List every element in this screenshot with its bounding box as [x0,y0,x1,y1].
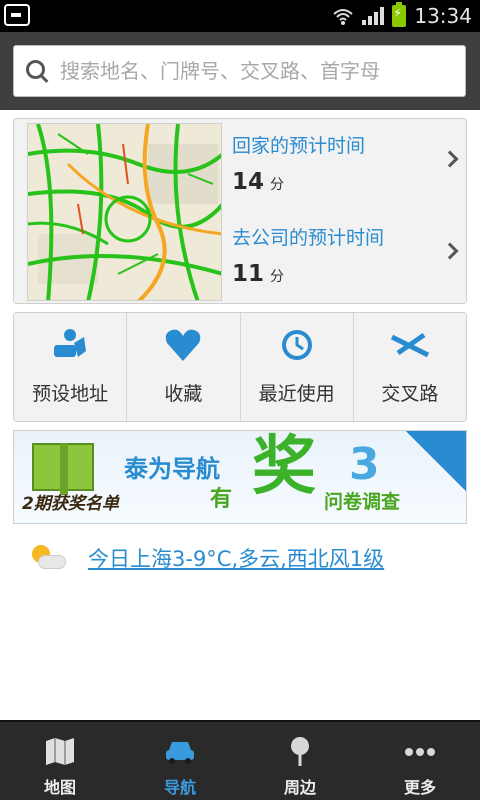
banner-number: 3 [349,439,380,490]
clock-icon [281,330,312,360]
crossroad-icon [390,332,429,358]
action-label: 收藏 [164,383,203,405]
action-label: 最近使用 [258,383,335,405]
battery-icon [392,2,407,27]
promo-banner[interactable]: 泰为导航 有 奖 3 问卷调查 2期获奖名单 [13,430,467,524]
banner-winner-list: 2期获奖名单 [22,494,119,514]
search-input[interactable] [60,59,460,83]
gift-icon [32,443,94,495]
action-recent[interactable]: 最近使用 [241,313,354,421]
bottom-tab-bar: 地图 导航 周边 更多 [0,720,480,800]
tab-nearby[interactable]: 周边 [240,722,360,800]
partly-cloudy-icon [28,543,68,573]
pin-icon [291,737,309,766]
notification-icon[interactable] [4,4,30,26]
home-eta-label: 回家的预计时间 [232,135,366,157]
status-bar: 13:34 [0,0,480,32]
chevron-right-icon [441,242,459,260]
search-bar [0,32,480,110]
quick-actions: 预设地址 收藏 最近使用 交叉路 [13,312,467,422]
tab-label: 导航 [163,778,196,797]
ribbon-icon [406,431,466,491]
action-label: 预设地址 [32,383,109,405]
tab-map[interactable]: 地图 [0,722,120,800]
more-icon [405,748,435,756]
action-label: 交叉路 [381,383,439,405]
map-icon [46,738,74,765]
action-crossroad[interactable]: 交叉路 [354,313,466,421]
weather-link[interactable]: 今日上海3-9°C,多云,西北风1级 [88,543,384,573]
wifi-icon [333,9,354,25]
commute-work-row[interactable]: 去公司的预计时间 11 分 [232,211,468,301]
work-eta-value: 11 分 [232,261,285,287]
tab-navigation[interactable]: 导航 [120,722,240,800]
heart-icon [166,329,201,361]
search-icon [20,54,54,88]
status-time: 13:34 [414,4,472,28]
work-eta-label: 去公司的预计时间 [232,227,385,249]
tab-label: 更多 [403,778,436,797]
commute-card: 回家的预计时间 14 分 去公司的预计时间 11 分 [13,118,467,304]
signal-icon [362,7,385,25]
action-favorites[interactable]: 收藏 [127,313,241,421]
chevron-right-icon [441,150,459,168]
tab-label: 地图 [43,778,76,797]
tab-label: 周边 [283,778,316,797]
banner-survey: 问卷调查 [324,491,401,513]
status-icons: 13:34 [332,0,472,32]
weather-row[interactable]: 今日上海3-9°C,多云,西北风1级 [28,540,384,576]
banner-you: 有 [210,487,233,512]
search-box[interactable] [13,45,466,97]
home-eta-value: 14 分 [232,169,285,195]
car-icon [166,742,194,764]
banner-prize: 奖 [252,430,316,504]
commute-home-row[interactable]: 回家的预计时间 14 分 [232,119,468,209]
action-preset-address[interactable]: 预设地址 [14,313,128,421]
tab-more[interactable]: 更多 [360,722,480,800]
banner-title: 泰为导航 [124,455,220,483]
preset-address-icon [54,329,87,357]
traffic-map-thumbnail[interactable] [27,123,222,301]
